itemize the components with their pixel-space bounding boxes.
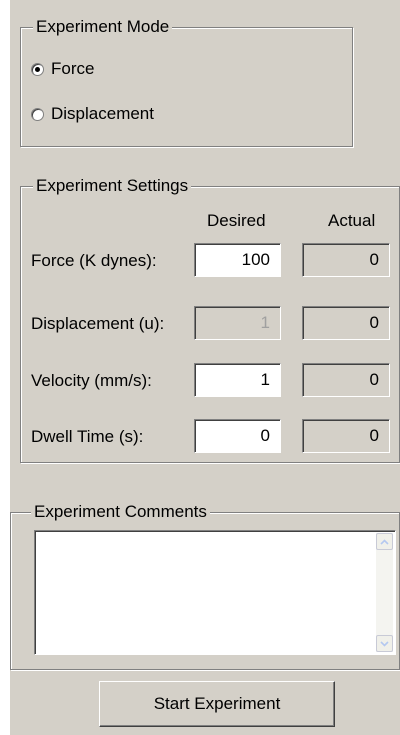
force-desired-input[interactable]: 100 <box>194 243 281 277</box>
radio-force[interactable]: Force <box>31 59 94 79</box>
radio-displacement[interactable]: Displacement <box>31 104 154 124</box>
displacement-label: Displacement (u): <box>31 314 165 333</box>
experiment-mode-group: Experiment Mode <box>20 16 353 147</box>
scroll-up-button[interactable] <box>376 533 393 550</box>
radio-displacement-label: Displacement <box>51 104 154 123</box>
radio-force-indicator[interactable] <box>31 62 44 76</box>
displacement-desired-input: 1 <box>194 306 281 340</box>
displacement-actual-value: 0 <box>302 306 390 340</box>
velocity-actual-value: 0 <box>302 363 390 397</box>
experiment-panel: Experiment Mode Force Displacement Exper… <box>10 0 400 735</box>
dwell-time-label: Dwell Time (s): <box>31 427 144 446</box>
comments-scrollbar[interactable] <box>376 533 393 652</box>
dwell-time-desired-input[interactable]: 0 <box>194 419 281 453</box>
radio-force-label: Force <box>51 59 95 78</box>
experiment-settings-title: Experiment Settings <box>33 175 192 197</box>
start-experiment-button[interactable]: Start Experiment <box>99 681 335 727</box>
velocity-label: Velocity (mm/s): <box>31 371 152 390</box>
force-actual-value: 0 <box>302 243 390 277</box>
scroll-down-button[interactable] <box>376 635 393 652</box>
radio-displacement-indicator[interactable] <box>31 107 44 121</box>
comments-textarea[interactable] <box>34 530 396 655</box>
velocity-desired-input[interactable]: 1 <box>194 363 281 397</box>
dwell-time-actual-value: 0 <box>302 419 390 453</box>
column-header-actual: Actual <box>328 211 376 230</box>
radio-selected-dot <box>35 66 40 72</box>
column-header-desired: Desired <box>207 211 266 230</box>
chevron-up-icon <box>380 538 389 545</box>
force-label: Force (K dynes): <box>31 251 157 270</box>
experiment-comments-title: Experiment Comments <box>31 501 210 523</box>
experiment-mode-title: Experiment Mode <box>33 16 173 38</box>
chevron-down-icon <box>380 640 389 647</box>
